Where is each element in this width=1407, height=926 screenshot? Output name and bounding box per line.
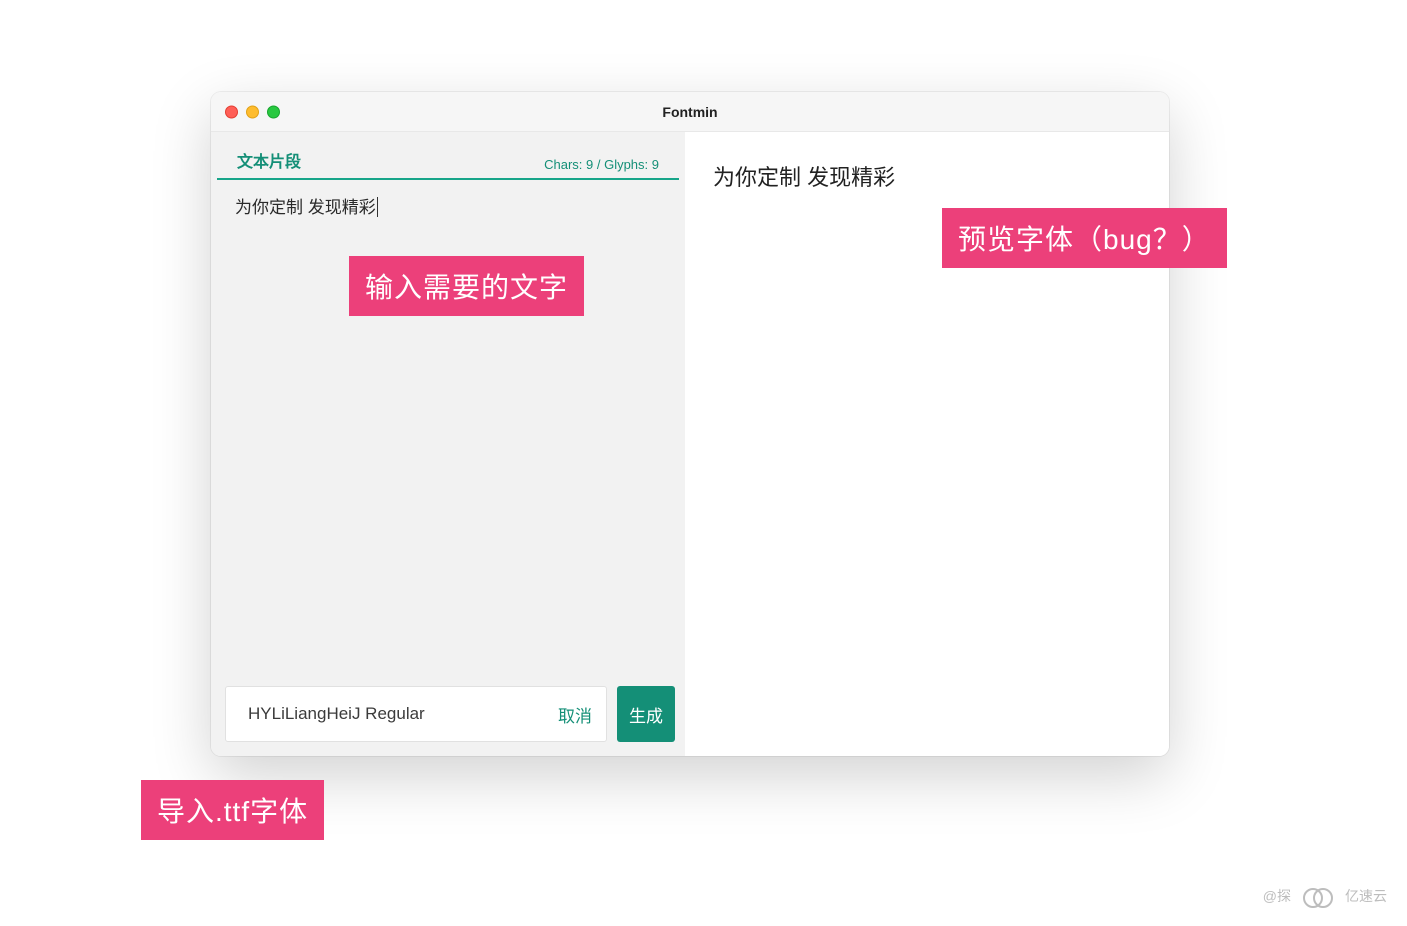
close-icon[interactable] [225, 105, 238, 118]
generate-button[interactable]: 生成 [617, 686, 675, 742]
annotation-input-hint: 输入需要的文字 [349, 256, 584, 316]
watermark-handle: @探 [1263, 886, 1291, 906]
cancel-button[interactable]: 取消 [558, 702, 592, 727]
app-window: Fontmin 文本片段 Chars: 9 / Glyphs: 9 为你定制 发… [211, 92, 1169, 756]
font-name-label: HYLiLiangHeiJ Regular [248, 704, 425, 724]
text-cursor-icon [377, 197, 378, 217]
annotation-preview-hint: 预览字体（bug？） [942, 208, 1227, 268]
titlebar: Fontmin [211, 92, 1169, 132]
font-selector[interactable]: HYLiLiangHeiJ Regular 取消 [225, 686, 607, 742]
maximize-icon[interactable] [267, 105, 280, 118]
window-title: Fontmin [662, 104, 717, 120]
preview-text: 为你定制 发现精彩 [713, 160, 1141, 192]
infinity-icon [1303, 886, 1333, 906]
left-pane: 文本片段 Chars: 9 / Glyphs: 9 为你定制 发现精彩 HYLi… [211, 132, 685, 756]
section-header: 文本片段 Chars: 9 / Glyphs: 9 [217, 132, 679, 180]
char-glyph-stats: Chars: 9 / Glyphs: 9 [544, 157, 659, 172]
watermark: @探 亿速云 [1263, 886, 1387, 906]
minimize-icon[interactable] [246, 105, 259, 118]
bottom-bar: HYLiLiangHeiJ Regular 取消 生成 [211, 672, 685, 756]
text-input-value: 为你定制 发现精彩 [235, 198, 376, 217]
annotation-import-hint: 导入.ttf字体 [141, 780, 324, 840]
text-input-wrap: 为你定制 发现精彩 [211, 180, 685, 672]
watermark-brand: 亿速云 [1345, 886, 1387, 906]
section-title: 文本片段 [237, 148, 301, 172]
traffic-lights [225, 105, 280, 118]
